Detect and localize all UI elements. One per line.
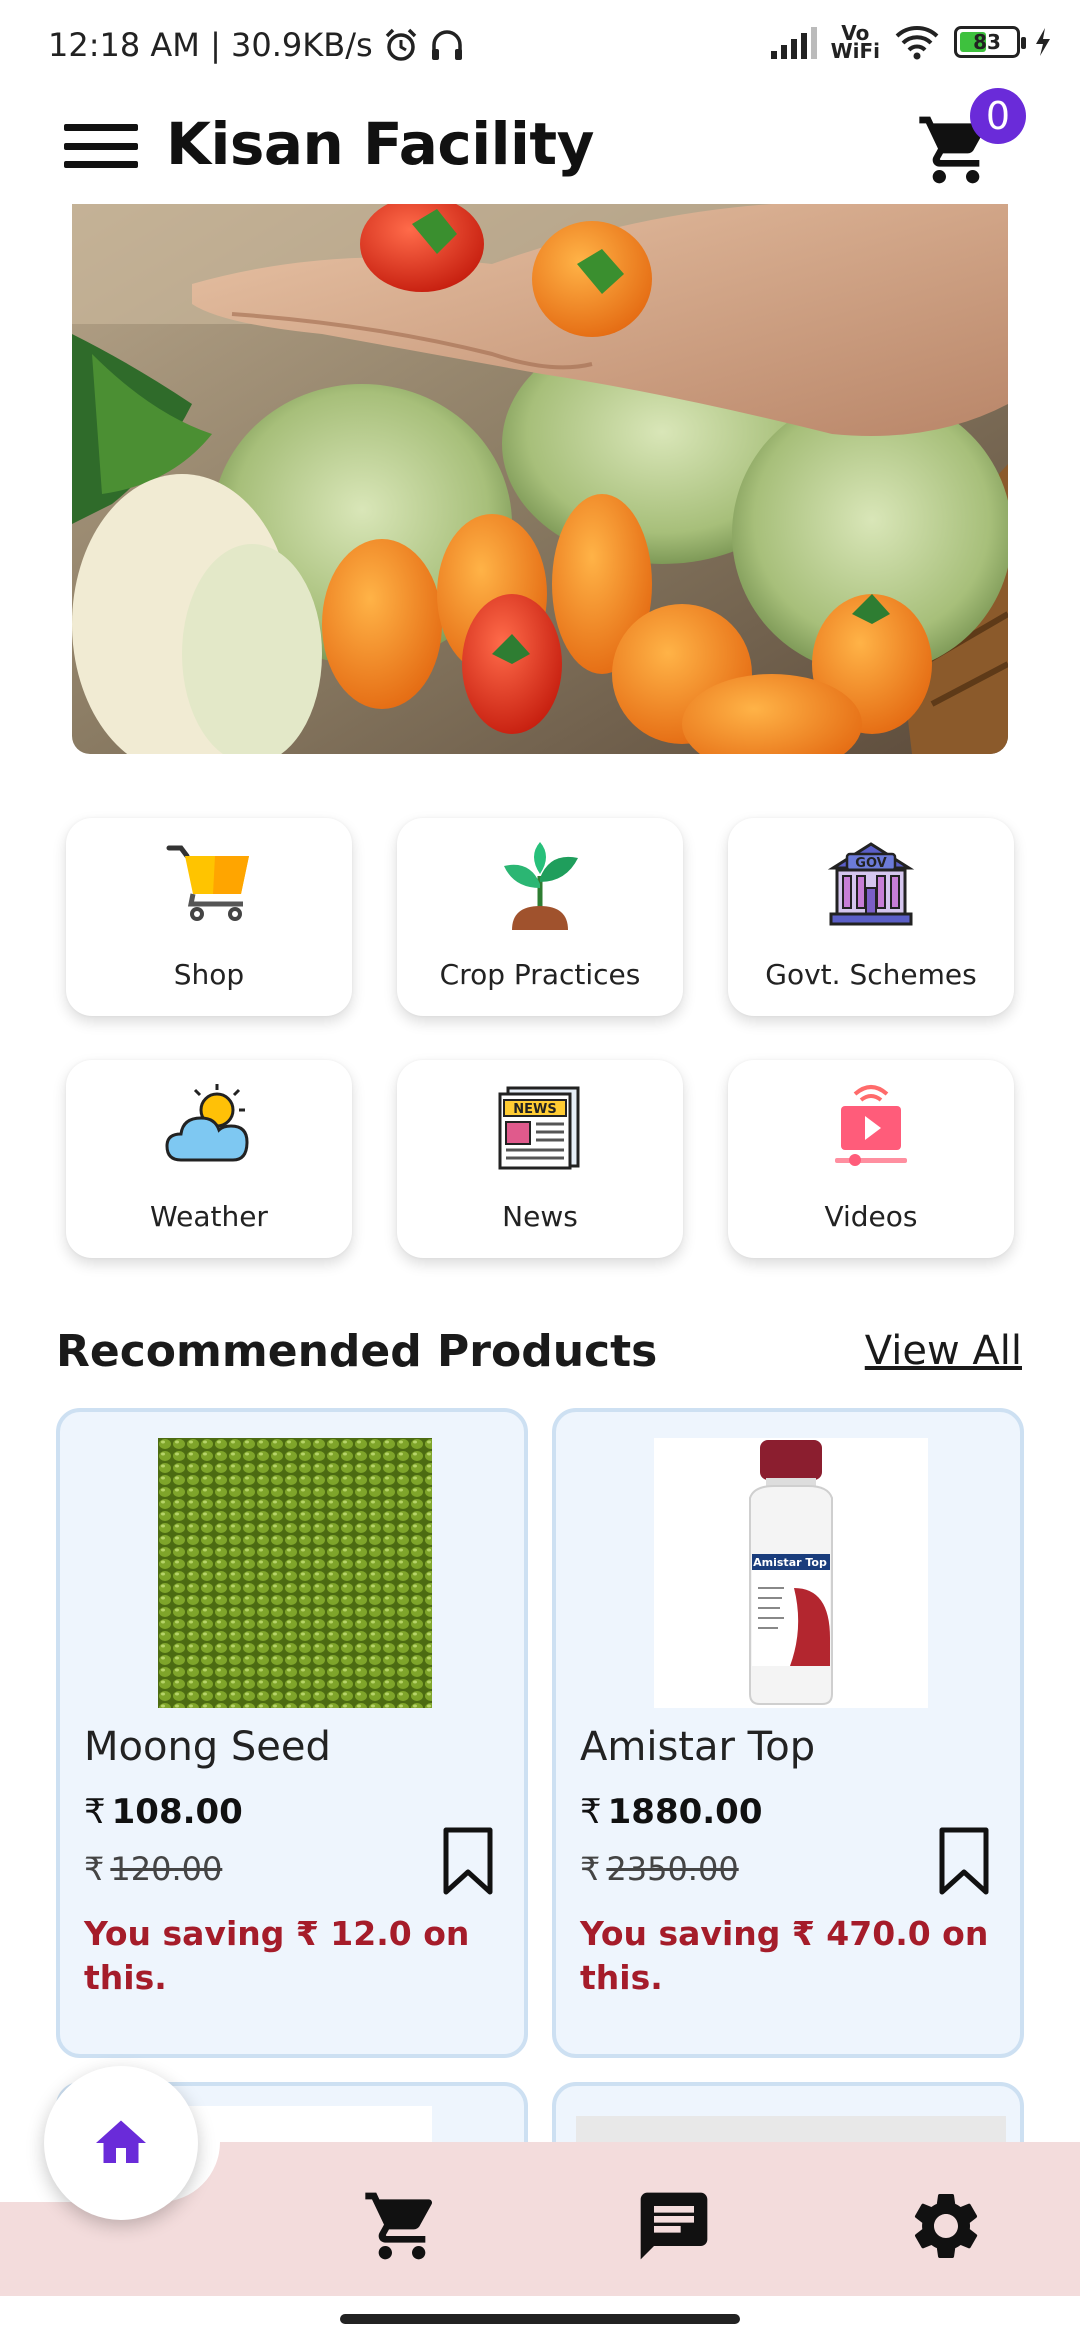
battery-icon: 83	[954, 26, 1026, 58]
category-tiles: Shop Crop Practices GOV Govt. Schemes We…	[66, 818, 1014, 1258]
bookmark-icon[interactable]	[442, 1826, 494, 1896]
weather-icon	[165, 1084, 249, 1162]
product-old-price: ₹120.00	[84, 1850, 222, 1888]
vowifi-label: WiFi	[830, 39, 880, 63]
status-bar: 12:18 AM | 30.9KB/s Vo WiFi 83	[0, 0, 1080, 96]
currency-symbol: ₹	[84, 1850, 105, 1888]
hero-banner-image	[72, 204, 1008, 754]
cart-count-badge: 0	[970, 88, 1026, 144]
gesture-handle[interactable]	[340, 2314, 740, 2324]
tile-label: Govt. Schemes	[765, 958, 977, 991]
old-price-value: 2350.00	[606, 1850, 739, 1888]
nav-chat-icon[interactable]	[634, 2186, 714, 2266]
product-image-moong-seed	[158, 1438, 432, 1708]
menu-button[interactable]	[64, 118, 138, 174]
recommended-title: Recommended Products	[56, 1326, 658, 1377]
product-old-price: ₹2350.00	[580, 1850, 739, 1888]
wifi-icon	[895, 26, 939, 60]
headphones-icon	[431, 30, 462, 60]
nav-home-button[interactable]	[44, 2066, 198, 2220]
tile-label: Shop	[173, 958, 245, 991]
cart-button[interactable]: 0	[916, 88, 1026, 208]
product-card[interactable]: Amistar Top Amistar Top ₹1880.00 ₹2350.0…	[552, 1408, 1024, 2058]
product-card[interactable]: Moong Seed ₹108.00 ₹120.00 You saving ₹ …	[56, 1408, 528, 2058]
cart-icon	[166, 845, 249, 921]
menu-icon-line	[64, 142, 138, 150]
product-price: ₹1880.00	[580, 1792, 763, 1832]
home-icon	[96, 2120, 146, 2163]
menu-icon-line	[64, 124, 138, 131]
tile-videos[interactable]: Videos	[728, 1060, 1014, 1258]
currency-symbol: ₹	[580, 1850, 601, 1888]
news-icon-text: NEWS	[513, 1102, 556, 1117]
app-bar: Kisan Facility 0	[0, 88, 1080, 208]
menu-icon-line	[64, 161, 138, 168]
plant-icon	[504, 842, 578, 930]
tile-weather[interactable]: Weather	[66, 1060, 352, 1258]
tile-govt-schemes[interactable]: GOV Govt. Schemes	[728, 818, 1014, 1016]
old-price-value: 120.00	[110, 1850, 223, 1888]
status-right: Vo WiFi 83	[770, 23, 1052, 63]
view-all-link[interactable]: View All	[865, 1328, 1022, 1374]
nav-settings-icon[interactable]	[906, 2186, 986, 2266]
tile-label: Videos	[824, 1200, 918, 1233]
tile-label: News	[502, 1200, 578, 1233]
price-value: 108.00	[111, 1792, 243, 1832]
price-value: 1880.00	[607, 1792, 763, 1832]
product-saving-text: You saving ₹ 470.0 on this.	[580, 1914, 989, 1997]
product-image-amistar-top: Amistar Top	[654, 1438, 928, 1708]
bookmark-icon[interactable]	[938, 1826, 990, 1896]
status-time: 12:18 AM | 30.9KB/s	[48, 26, 373, 64]
nav-cart-icon[interactable]	[362, 2186, 442, 2266]
tile-label: Weather	[150, 1200, 268, 1233]
currency-symbol: ₹	[580, 1792, 602, 1832]
gov-building-icon: GOV	[827, 842, 915, 926]
alarm-icon	[385, 28, 416, 61]
volte-wifi-indicator: Vo WiFi	[830, 23, 880, 63]
bottle-label-text: Amistar Top	[753, 1556, 827, 1569]
charging-icon	[1036, 28, 1050, 56]
status-left: 12:18 AM | 30.9KB/s	[48, 26, 465, 64]
product-name: Amistar Top	[580, 1724, 816, 1770]
tile-news[interactable]: NEWS News	[397, 1060, 683, 1258]
tile-label: Crop Practices	[439, 958, 641, 991]
product-name: Moong Seed	[84, 1724, 331, 1770]
battery-level: 83	[973, 30, 1001, 54]
signal-icon	[770, 25, 817, 59]
product-saving-text: You saving ₹ 12.0 on this.	[84, 1914, 470, 1997]
tile-crop-practices[interactable]: Crop Practices	[397, 818, 683, 1016]
product-price: ₹108.00	[84, 1792, 243, 1832]
app-title: Kisan Facility	[166, 110, 594, 178]
currency-symbol: ₹	[84, 1792, 106, 1832]
video-icon	[835, 1085, 907, 1166]
tile-shop[interactable]: Shop	[66, 818, 352, 1016]
newspaper-icon: NEWS	[498, 1086, 580, 1170]
